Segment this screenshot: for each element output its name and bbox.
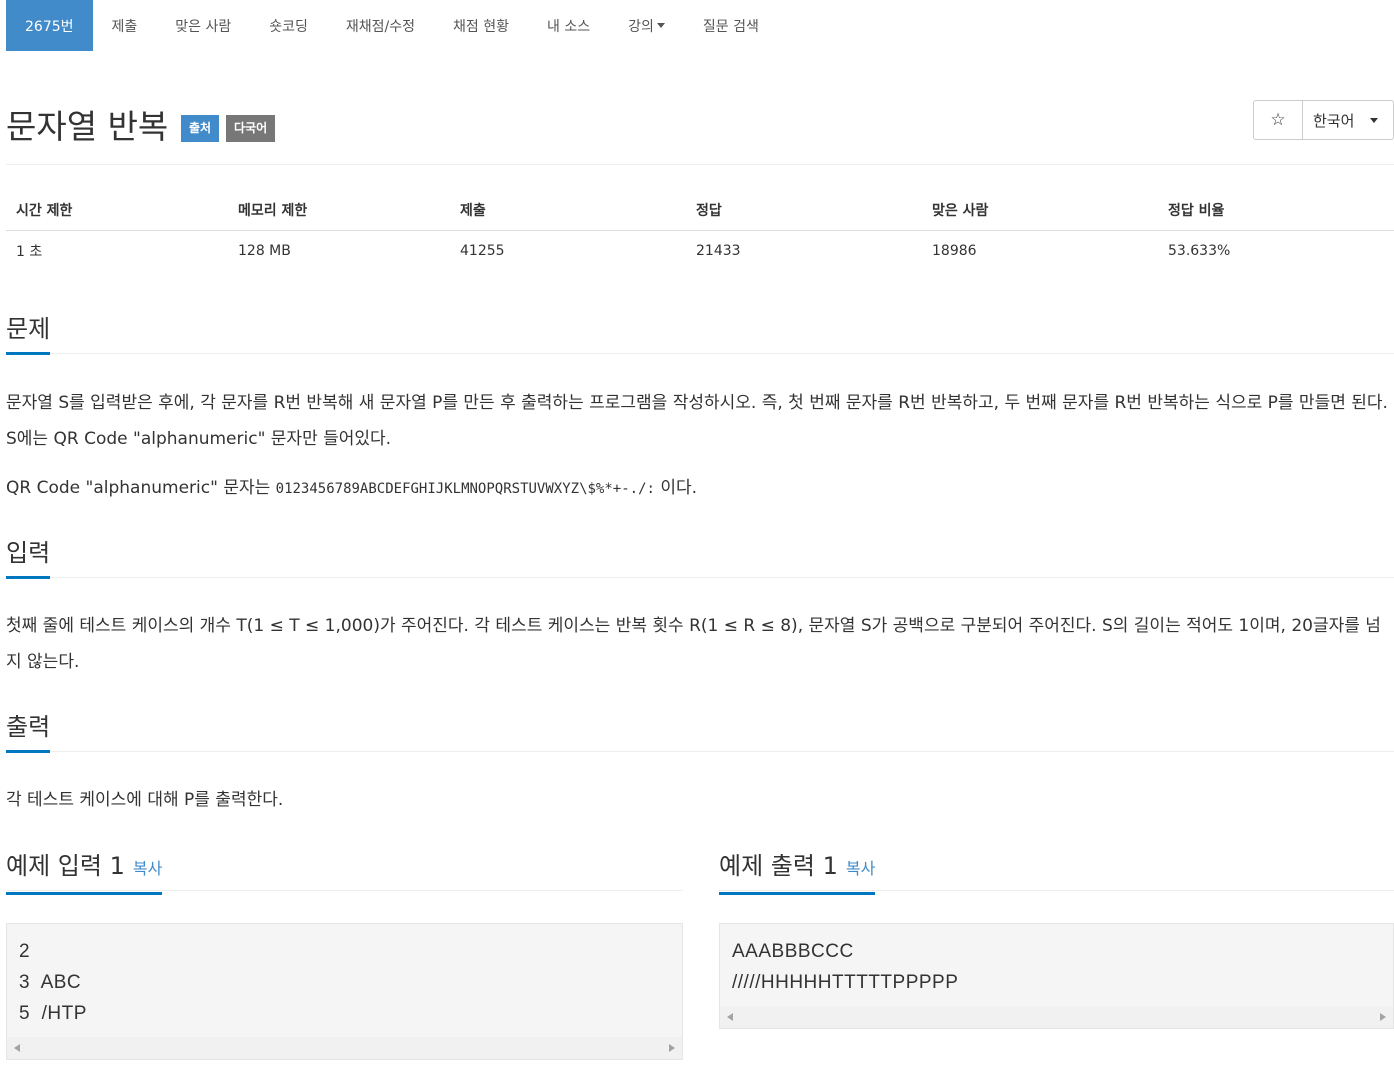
scroll-left-icon[interactable] xyxy=(727,1013,733,1021)
alphanumeric-prefix: QR Code "alphanumeric" 문자는 xyxy=(6,478,276,498)
problem-info-table: 시간 제한 메모리 제한 제출 정답 맞은 사람 정답 비율 1 초 128 M… xyxy=(6,190,1394,271)
output-heading: 출력 xyxy=(6,711,51,753)
sample-input-data: 2 3 ABC 5 /HTP xyxy=(19,941,87,1024)
header-time-limit: 시간 제한 xyxy=(6,190,228,231)
scroll-right-icon[interactable] xyxy=(1380,1013,1386,1021)
sample-input-title: 예제 입력 1 xyxy=(6,852,125,880)
sample-output-data: AAABBBCCC /////HHHHHTTTTTPPPPP xyxy=(732,941,959,993)
submissions-value: 41255 xyxy=(460,243,505,259)
horizontal-scrollbar[interactable] xyxy=(720,1006,1393,1028)
header-ratio: 정답 비율 xyxy=(1158,190,1394,231)
description-headline: 문제 xyxy=(6,313,1394,355)
page-header: 문자열 반복 출처 다국어 ☆ 한국어 xyxy=(6,98,1394,165)
tab-problem-number[interactable]: 2675번 xyxy=(6,0,93,51)
star-icon[interactable]: ☆ xyxy=(1254,101,1303,139)
scroll-left-icon[interactable] xyxy=(14,1044,20,1052)
tab-short-coding[interactable]: 숏코딩 xyxy=(250,0,327,51)
language-dropdown[interactable]: 한국어 xyxy=(1303,101,1393,139)
table-header-row: 시간 제한 메모리 제한 제출 정답 맞은 사람 정답 비율 xyxy=(6,190,1394,231)
sample-output-heading: 예제 출력 1 복사 xyxy=(719,850,876,895)
tab-submit[interactable]: 제출 xyxy=(93,0,157,51)
sample-input-box: 2 3 ABC 5 /HTP xyxy=(6,923,683,1060)
multilang-badge[interactable]: 다국어 xyxy=(226,115,276,142)
tab-question-search[interactable]: 질문 검색 xyxy=(684,0,778,51)
output-headline: 출력 xyxy=(6,711,1394,753)
alphanumeric-suffix: 이다. xyxy=(654,478,698,498)
input-heading: 입력 xyxy=(6,537,51,579)
output-text: 각 테스트 케이스에 대해 P를 출력한다. xyxy=(6,790,284,810)
description-heading: 문제 xyxy=(6,313,51,355)
sample-input-headline: 예제 입력 1 복사 xyxy=(6,850,683,895)
horizontal-scrollbar[interactable] xyxy=(7,1037,682,1059)
scroll-right-icon[interactable] xyxy=(669,1044,675,1052)
description-text: 문자열 S를 입력받은 후에, 각 문자를 R번 반복해 새 문자열 P를 만든… xyxy=(6,393,1388,449)
problem-actions: ☆ 한국어 xyxy=(1253,100,1394,140)
sample-output-box: AAABBBCCC /////HHHHHTTTTTPPPPP xyxy=(719,923,1394,1029)
source-badge[interactable]: 출처 xyxy=(181,115,220,142)
tab-lecture-label: 강의 xyxy=(628,18,654,35)
sample-input-heading: 예제 입력 1 복사 xyxy=(6,850,163,895)
chevron-down-icon xyxy=(656,23,665,28)
header-solvers: 맞은 사람 xyxy=(922,190,1158,231)
tab-my-source[interactable]: 내 소스 xyxy=(528,0,609,51)
header-accepted: 정답 xyxy=(686,190,922,231)
tab-lecture[interactable]: 강의 xyxy=(609,0,684,51)
chevron-down-icon xyxy=(1370,117,1379,123)
tab-status[interactable]: 채점 현황 xyxy=(434,0,528,51)
header-submissions: 제출 xyxy=(450,190,686,231)
alphanumeric-code: 0123456789ABCDEFGHIJKLMNOPQRSTUVWXYZ\$%*… xyxy=(275,481,655,497)
page-title: 문자열 반복 xyxy=(6,107,169,146)
header-memory-limit: 메모리 제한 xyxy=(228,190,450,231)
alphanumeric-text: QR Code "alphanumeric" 문자는 0123456789ABC… xyxy=(6,470,1391,507)
tab-solvers[interactable]: 맞은 사람 xyxy=(156,0,250,51)
input-text: 첫째 줄에 테스트 케이스의 개수 T(1 ≤ T ≤ 1,000)가 주어진다… xyxy=(6,616,1381,672)
time-limit-value: 1 초 xyxy=(16,244,43,260)
tab-rejudge[interactable]: 재채점/수정 xyxy=(327,0,434,51)
copy-sample-output-button[interactable]: 복사 xyxy=(846,859,875,878)
accepted-value: 21433 xyxy=(696,243,741,259)
solvers-value: 18986 xyxy=(932,243,977,259)
copy-sample-input-button[interactable]: 복사 xyxy=(133,859,162,878)
sample-output-headline: 예제 출력 1 복사 xyxy=(719,850,1394,895)
sample-output-title: 예제 출력 1 xyxy=(719,852,838,880)
language-label: 한국어 xyxy=(1313,111,1355,130)
table-row: 1 초 128 MB 41255 21433 18986 53.633% xyxy=(6,231,1394,272)
memory-limit-value: 128 MB xyxy=(238,243,291,259)
ratio-value: 53.633% xyxy=(1168,243,1231,259)
problem-nav: 2675번 제출 맞은 사람 숏코딩 재채점/수정 채점 현황 내 소스 강의 … xyxy=(6,0,778,51)
input-headline: 입력 xyxy=(6,537,1394,579)
